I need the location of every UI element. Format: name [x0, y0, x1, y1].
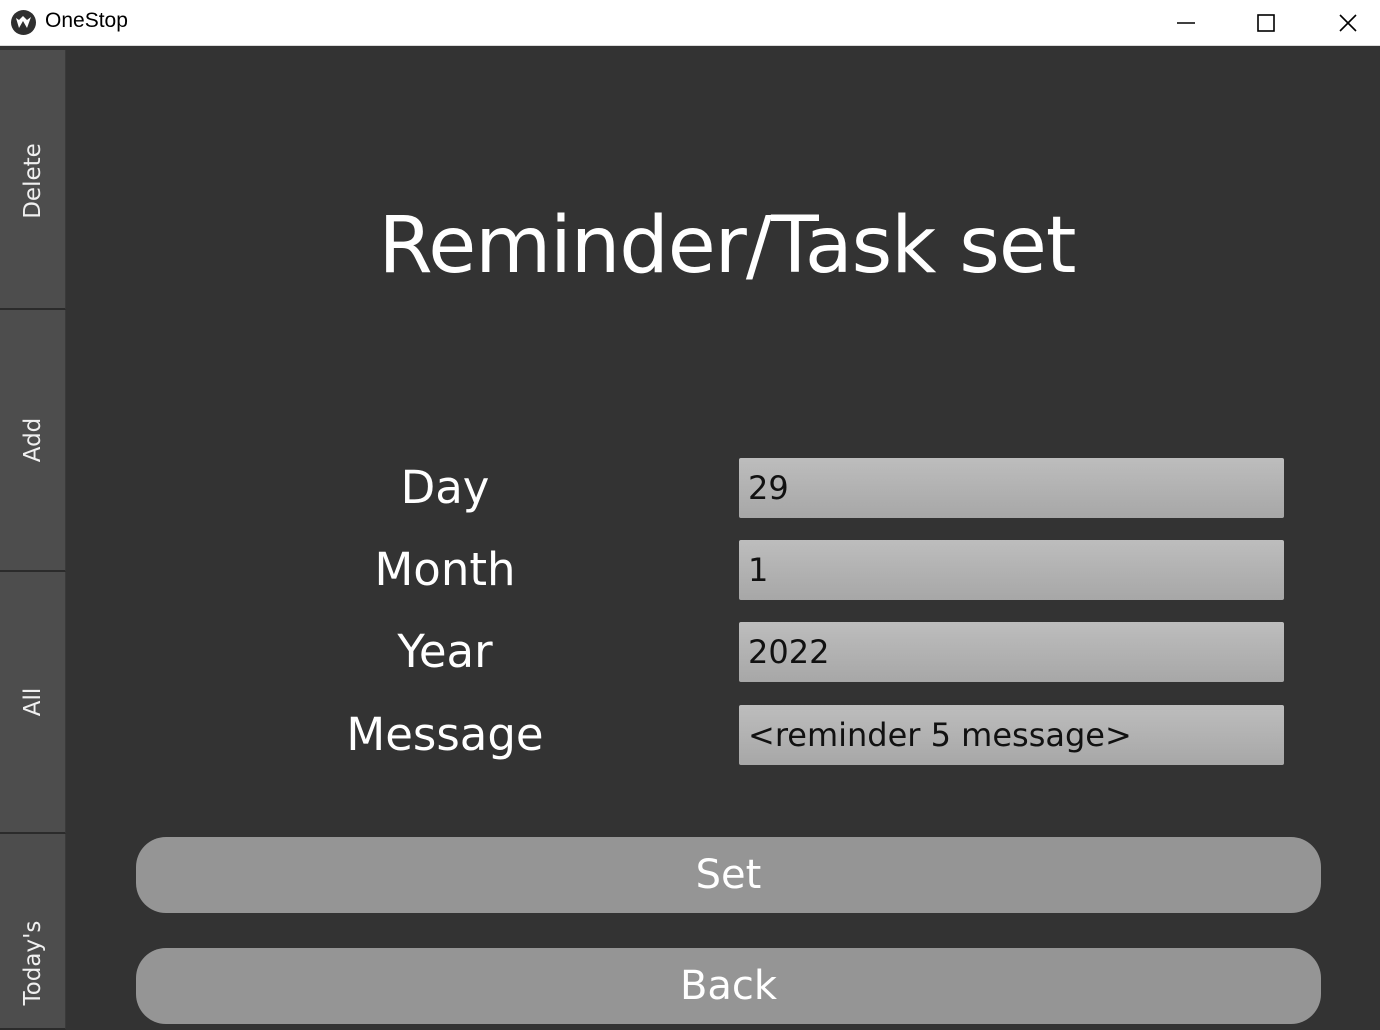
tab-add[interactable]: Add: [0, 310, 66, 572]
tab-label: Add: [20, 417, 46, 463]
tab-label: All: [20, 687, 46, 717]
message-label: Message: [346, 708, 544, 761]
maximize-button[interactable]: [1225, 0, 1307, 46]
back-button[interactable]: Back: [136, 948, 1321, 1024]
window-titlebar: OneStop: [0, 0, 1380, 46]
message-input[interactable]: [739, 705, 1284, 765]
tab-label: Delete: [20, 143, 46, 219]
window-title: OneStop: [45, 9, 128, 32]
maximize-icon: [1257, 14, 1275, 32]
tab-all[interactable]: All: [0, 572, 66, 834]
month-label: Month: [374, 543, 516, 596]
close-button[interactable]: [1307, 0, 1380, 46]
day-label: Day: [400, 461, 490, 514]
sidebar: Delete Add All Today's: [0, 46, 66, 1030]
app-content: Delete Add All Today's Reminder/Task set…: [0, 46, 1380, 1030]
tab-todays[interactable]: Today's: [0, 834, 66, 1030]
kivy-logo-icon: [11, 10, 36, 35]
day-input[interactable]: [739, 458, 1284, 518]
tab-delete[interactable]: Delete: [0, 50, 66, 310]
tab-label: Today's: [20, 920, 46, 1006]
page-title: Reminder/Task set: [378, 201, 1077, 291]
minimize-icon: [1177, 22, 1195, 24]
month-input[interactable]: [739, 540, 1284, 600]
close-icon: [1339, 14, 1357, 32]
minimize-button[interactable]: [1145, 0, 1227, 46]
year-input[interactable]: [739, 622, 1284, 682]
year-label: Year: [397, 625, 493, 678]
set-button[interactable]: Set: [136, 837, 1321, 913]
